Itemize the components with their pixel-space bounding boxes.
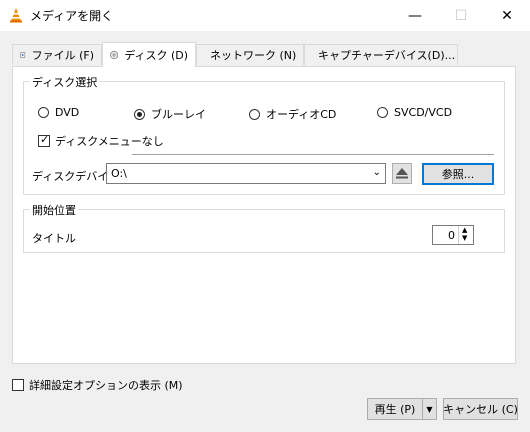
radio-svcd-vcd[interactable]: SVCD/VCD bbox=[377, 106, 452, 119]
window-title: メディアを開く bbox=[30, 9, 114, 23]
tab-capture-device[interactable]: キャプチャーデバイス(D)... bbox=[304, 44, 458, 65]
no-disc-menu-label: ディスクメニューなし bbox=[55, 135, 164, 148]
title-value: 0 bbox=[448, 229, 455, 242]
eject-icon bbox=[396, 168, 408, 179]
tab-network-label: ネットワーク (N) bbox=[210, 49, 297, 62]
tab-network[interactable]: ネットワーク (N) bbox=[196, 44, 304, 65]
radio-bluray[interactable]: ブルーレイ bbox=[134, 106, 206, 122]
disc-selection-group: ディスク選択 DVD ブルーレイ オーディオCD SVCD/VCD ディスクメニ… bbox=[23, 74, 505, 195]
no-disc-menu-box bbox=[38, 133, 50, 147]
start-position-group: 開始位置 タイトル 0 ▲ ▼ bbox=[23, 202, 505, 253]
maximize-icon: ☐ bbox=[454, 7, 468, 24]
separator bbox=[132, 154, 494, 155]
advanced-options-checkbox[interactable]: 詳細設定オプションの表示 (M) bbox=[12, 377, 183, 393]
minimize-button[interactable]: — bbox=[392, 0, 438, 31]
cancel-button[interactable]: キャンセル (C) bbox=[443, 398, 518, 420]
radio-dvd[interactable]: DVD bbox=[38, 106, 79, 119]
disc-icon bbox=[110, 50, 119, 60]
cancel-label: キャンセル (C) bbox=[443, 403, 518, 416]
tab-disc-label: ディスク (D) bbox=[124, 49, 188, 62]
disc-selection-label: ディスク選択 bbox=[30, 74, 100, 90]
title-bar: メディアを開く — ☐ ✕ bbox=[0, 0, 530, 31]
tab-file[interactable]: ファイル (F) bbox=[12, 44, 102, 65]
play-label: 再生 (P) bbox=[374, 403, 416, 416]
radio-audio-cd-circle bbox=[249, 108, 260, 120]
maximize-button[interactable]: ☐ bbox=[438, 0, 484, 31]
close-icon: ✕ bbox=[501, 7, 513, 24]
disc-panel: ディスク選択 DVD ブルーレイ オーディオCD SVCD/VCD ディスクメニ… bbox=[12, 66, 516, 364]
chevron-down-icon: ⌄ bbox=[372, 167, 381, 178]
spin-down-icon[interactable]: ▼ bbox=[462, 235, 467, 242]
play-button[interactable]: 再生 (P) bbox=[367, 398, 423, 420]
radio-bluray-label: ブルーレイ bbox=[151, 108, 206, 121]
radio-dvd-circle bbox=[38, 107, 49, 118]
disc-device-value: O:\ bbox=[111, 167, 127, 180]
file-play-icon bbox=[20, 52, 26, 58]
advanced-options-label: 詳細設定オプションの表示 (M) bbox=[29, 379, 183, 392]
start-position-label: 開始位置 bbox=[30, 202, 78, 218]
close-button[interactable]: ✕ bbox=[484, 0, 530, 31]
radio-dvd-label: DVD bbox=[55, 106, 80, 119]
radio-svcd-circle bbox=[377, 107, 388, 118]
minimize-icon: — bbox=[408, 7, 422, 24]
tab-disc[interactable]: ディスク (D) bbox=[102, 42, 196, 67]
disc-device-combo[interactable]: O:\ ⌄ bbox=[106, 163, 386, 184]
advanced-options-box bbox=[12, 379, 24, 391]
dropdown-arrow-icon: ▼ bbox=[426, 404, 433, 414]
vlc-cone-icon bbox=[10, 8, 22, 23]
spin-up-icon[interactable]: ▲ bbox=[462, 227, 467, 234]
spin-arrows[interactable]: ▲ ▼ bbox=[458, 226, 473, 244]
title-label: タイトル bbox=[32, 232, 76, 245]
play-dropdown-button[interactable]: ▼ bbox=[422, 398, 437, 420]
eject-button[interactable] bbox=[392, 163, 412, 184]
tab-capture-label: キャプチャーデバイス(D)... bbox=[318, 49, 456, 62]
radio-svcd-label: SVCD/VCD bbox=[394, 106, 453, 119]
browse-button[interactable]: 参照... bbox=[422, 163, 494, 185]
radio-audio-cd-label: オーディオCD bbox=[266, 108, 337, 121]
tab-file-label: ファイル (F) bbox=[31, 49, 94, 62]
title-spinbox[interactable]: 0 ▲ ▼ bbox=[432, 225, 474, 245]
no-disc-menu-checkbox[interactable]: ディスクメニューなし bbox=[38, 133, 164, 149]
radio-bluray-circle bbox=[134, 108, 145, 120]
radio-audio-cd[interactable]: オーディオCD bbox=[249, 106, 336, 122]
browse-label: 参照... bbox=[441, 168, 475, 181]
